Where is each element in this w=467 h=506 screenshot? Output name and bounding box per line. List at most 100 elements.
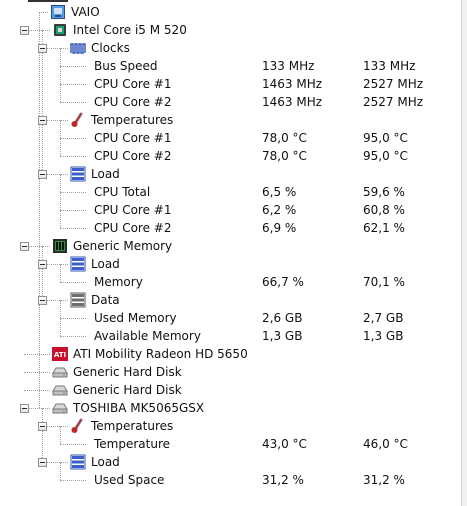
tree-row[interactable]: Temperatures	[0, 417, 461, 435]
collapse-toggle[interactable]	[38, 170, 47, 179]
load-icon	[70, 256, 86, 272]
load-icon	[70, 166, 86, 182]
collapse-toggle[interactable]	[38, 44, 47, 53]
tree-connector-line	[60, 84, 86, 85]
tree-row[interactable]: Memory 66,7 % 70,1 %	[0, 273, 461, 291]
tree-row-label: Used Memory	[94, 311, 177, 325]
tree-row-label: Bus Speed	[94, 59, 158, 73]
tree-row-label: CPU Core #2	[94, 95, 172, 109]
data-icon	[70, 292, 86, 308]
tree-row[interactable]: ATI ATI Mobility Radeon HD 5650	[0, 345, 461, 363]
tree-connector-line	[60, 228, 86, 229]
min-value: 6,9 %	[262, 221, 297, 235]
tree-row-label: Generic Memory	[73, 239, 173, 253]
svg-text:ATI: ATI	[54, 351, 66, 359]
tree-row[interactable]: Load	[0, 165, 461, 183]
tree-row[interactable]: Temperature 43,0 °C 46,0 °C	[0, 435, 461, 453]
collapse-toggle[interactable]	[20, 26, 29, 35]
tree-row[interactable]: TOSHIBA MK5065GSX	[0, 399, 461, 417]
max-value: 2527 MHz	[363, 77, 424, 91]
max-value: 62,1 %	[363, 221, 405, 235]
tree-row[interactable]: CPU Core #2 78,0 °C 95,0 °C	[0, 147, 461, 165]
tree-row[interactable]: VAIO	[0, 3, 461, 21]
tree-row-label: Load	[91, 257, 120, 271]
tree-connector-line	[60, 480, 86, 481]
collapse-toggle[interactable]	[38, 296, 47, 305]
tree-connector-line	[60, 102, 86, 103]
tree-row[interactable]: Intel Core i5 M 520	[0, 21, 461, 39]
tree-connector-line	[24, 354, 50, 355]
tree-row-label: Temperatures	[91, 113, 174, 127]
tree-row[interactable]: CPU Core #1 6,2 % 60,8 %	[0, 201, 461, 219]
tree-row[interactable]: Generic Hard Disk	[0, 381, 461, 399]
max-value: 59,6 %	[363, 185, 405, 199]
tree-row-label: Load	[91, 167, 120, 181]
tree-row-label: Memory	[94, 275, 143, 289]
tree-connector-line	[60, 192, 86, 193]
thermometer-icon	[70, 418, 86, 434]
tree-row[interactable]: Available Memory 1,3 GB 1,3 GB	[0, 327, 461, 345]
tree-connector-line	[60, 282, 86, 283]
tree-row-label: Clocks	[91, 41, 130, 55]
max-value: 1,3 GB	[363, 329, 404, 343]
tree-row[interactable]: Generic Hard Disk	[0, 363, 461, 381]
clipped-row-icon	[28, 0, 68, 2]
tree-row-label: Temperatures	[91, 419, 174, 433]
max-value: 31,2 %	[363, 473, 405, 487]
min-value: 78,0 °C	[262, 149, 307, 163]
tree-row-label: Generic Hard Disk	[73, 383, 182, 397]
min-value: 6,2 %	[262, 203, 297, 217]
tree-row[interactable]: Data	[0, 291, 461, 309]
min-value: 1,3 GB	[262, 329, 303, 343]
tree-row-label: Temperature	[94, 437, 171, 451]
memory-icon	[52, 238, 68, 254]
tree-connector-line	[60, 66, 86, 67]
tree-row[interactable]: Load	[0, 453, 461, 471]
collapse-toggle[interactable]	[38, 422, 47, 431]
tree-row[interactable]: CPU Core #1 78,0 °C 95,0 °C	[0, 129, 461, 147]
tree-connector-line	[60, 156, 86, 157]
sensor-tree[interactable]: VAIO Intel Core i5 M 520 Clocks Bus Speed 13…	[0, 0, 461, 506]
tree-row-label: CPU Core #1	[94, 77, 172, 91]
min-value: 1463 MHz	[262, 95, 323, 109]
clock-icon	[70, 40, 86, 56]
collapse-toggle[interactable]	[20, 404, 29, 413]
tree-row[interactable]: CPU Core #2 6,9 % 62,1 %	[0, 219, 461, 237]
tree-row-label: CPU Core #1	[94, 203, 172, 217]
tree-row-label: TOSHIBA MK5065GSX	[73, 401, 205, 415]
tree-row-label: VAIO	[71, 5, 100, 19]
tree-connector-line	[60, 444, 86, 445]
collapse-toggle[interactable]	[38, 116, 47, 125]
max-value: 133 MHz	[363, 59, 416, 73]
tree-row[interactable]: Load	[0, 255, 461, 273]
tree-row-label: Generic Hard Disk	[73, 365, 182, 379]
tree-row[interactable]: Used Memory 2,6 GB 2,7 GB	[0, 309, 461, 327]
tree-connector-line	[39, 12, 48, 13]
collapse-toggle[interactable]	[38, 458, 47, 467]
tree-connector-line	[60, 318, 86, 319]
min-value: 43,0 °C	[262, 437, 307, 451]
tree-row[interactable]: Used Space 31,2 % 31,2 %	[0, 471, 461, 489]
collapse-toggle[interactable]	[20, 242, 29, 251]
tree-row[interactable]: CPU Core #2 1463 MHz 2527 MHz	[0, 93, 461, 111]
computer-icon	[50, 4, 66, 20]
tree-row[interactable]: Generic Memory	[0, 237, 461, 255]
tree-row-label: CPU Core #1	[94, 131, 172, 145]
tree-row-label: Intel Core i5 M 520	[73, 23, 187, 37]
tree-row[interactable]: CPU Core #1 1463 MHz 2527 MHz	[0, 75, 461, 93]
collapse-toggle[interactable]	[38, 260, 47, 269]
tree-row[interactable]: Temperatures	[0, 111, 461, 129]
max-value: 70,1 %	[363, 275, 405, 289]
max-value: 2,7 GB	[363, 311, 404, 325]
tree-connector-line	[60, 336, 86, 337]
min-value: 66,7 %	[262, 275, 304, 289]
min-value: 2,6 GB	[262, 311, 303, 325]
min-value: 1463 MHz	[262, 77, 323, 91]
tree-row-label: Data	[91, 293, 120, 307]
hard-disk-icon	[52, 364, 68, 380]
tree-row[interactable]: Clocks	[0, 39, 461, 57]
tree-row[interactable]: Bus Speed 133 MHz 133 MHz	[0, 57, 461, 75]
tree-row-label: Available Memory	[94, 329, 201, 343]
tree-row[interactable]: CPU Total 6,5 % 59,6 %	[0, 183, 461, 201]
min-value: 133 MHz	[262, 59, 315, 73]
